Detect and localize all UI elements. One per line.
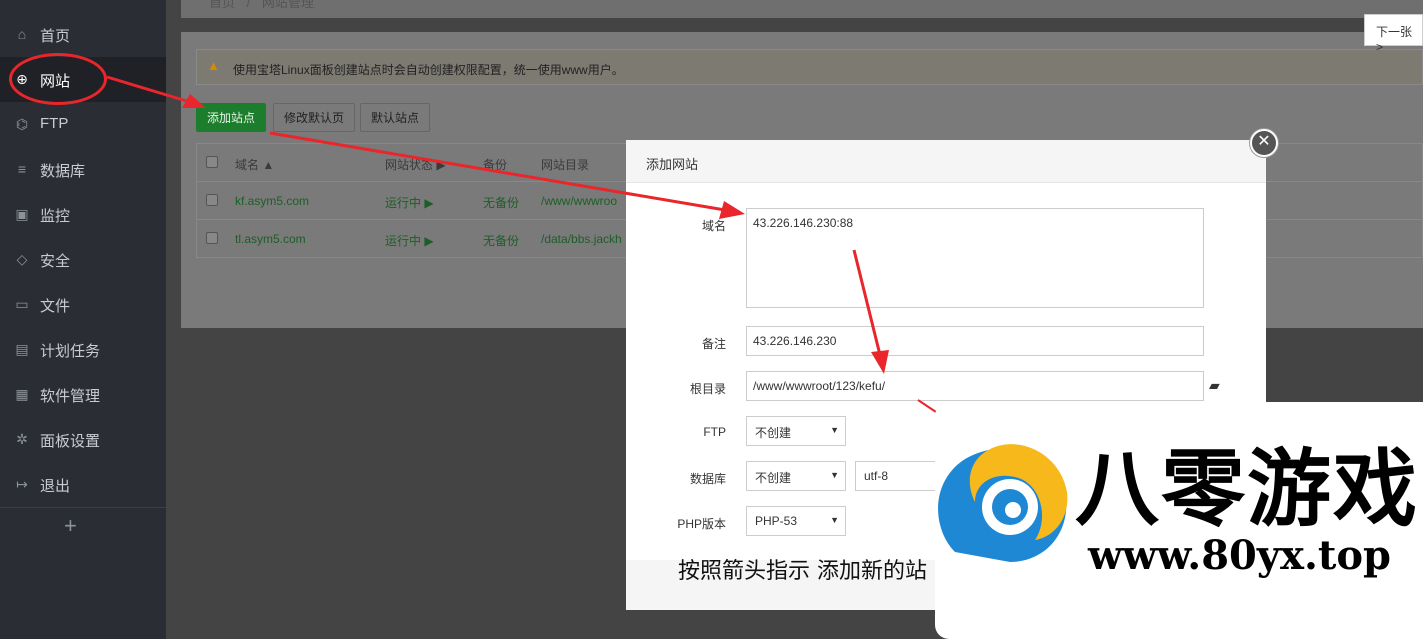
- row-checkbox[interactable]: [206, 194, 218, 206]
- select-all-checkbox[interactable]: [206, 156, 218, 168]
- caret-down-icon: ▼: [830, 470, 839, 480]
- charset-select-value: utf-8: [864, 469, 889, 483]
- sidebar-item-security[interactable]: ◇ 安全: [0, 237, 166, 282]
- database-icon: ≡: [17, 161, 27, 177]
- next-page-button[interactable]: 下一张 >: [1364, 14, 1423, 54]
- site-backup[interactable]: 无备份: [483, 232, 519, 249]
- watermark-url: www.80yx.top: [1088, 532, 1392, 579]
- database-select-value: 不创建: [755, 471, 792, 485]
- monitor-icon: ▣: [15, 206, 29, 222]
- column-header-backup: 备份: [483, 158, 508, 172]
- site-dir[interactable]: /data/bbs.jackh: [541, 232, 622, 246]
- folder-open-icon[interactable]: ▰: [1209, 377, 1220, 394]
- breadcrumb-separator: /: [246, 0, 251, 10]
- sidebar-divider: [0, 507, 166, 508]
- breadcrumb-current: 网站管理: [261, 0, 314, 10]
- sidebar-item-monitor[interactable]: ▣ 监控: [0, 192, 166, 237]
- ftp-label: FTP: [703, 425, 726, 439]
- site-domain-link[interactable]: tl.asym5.com: [235, 232, 306, 246]
- sidebar-item-label: 面板设置: [40, 433, 101, 450]
- close-icon[interactable]: ✕: [1250, 129, 1278, 157]
- sidebar-item-label: 退出: [40, 478, 71, 495]
- tutorial-caption: 按照箭头指示 添加新的站: [678, 559, 927, 584]
- edit-default-page-button[interactable]: 修改默认页: [273, 103, 355, 132]
- calendar-icon: ▤: [15, 341, 29, 357]
- database-label: 数据库: [689, 472, 726, 486]
- ftp-icon: ⌬: [15, 116, 29, 132]
- gear-icon: ✲: [16, 431, 28, 447]
- site-backup[interactable]: 无备份: [483, 194, 519, 211]
- add-site-button[interactable]: 添加站点: [196, 103, 266, 132]
- swirl-logo-icon: [938, 444, 1068, 562]
- remark-label: 备注: [701, 337, 726, 351]
- highlight-ellipse: [9, 53, 107, 105]
- root-dir-label: 根目录: [689, 382, 726, 396]
- sidebar-item-database[interactable]: ≡ 数据库: [0, 147, 166, 192]
- warning-icon: ▲: [207, 58, 220, 73]
- default-site-button[interactable]: 默认站点: [360, 103, 430, 132]
- php-version-select[interactable]: PHP-53 ▼: [746, 506, 846, 536]
- sidebar-item-label: FTP: [40, 115, 69, 132]
- sidebar-item-label: 软件管理: [40, 388, 101, 405]
- add-icon[interactable]: +: [64, 513, 77, 539]
- remark-input[interactable]: 43.226.146.230: [746, 326, 1204, 356]
- sidebar-item-software[interactable]: ▦ 软件管理: [0, 372, 166, 417]
- modal-title: 添加网站: [646, 157, 699, 172]
- shield-icon: ◇: [16, 251, 28, 267]
- column-header-status[interactable]: 网站状态 ▶: [385, 156, 446, 173]
- logout-icon: ↦: [16, 476, 28, 492]
- column-header-dir: 网站目录: [541, 158, 590, 172]
- root-dir-input[interactable]: /www/wwwroot/123/kefu/: [746, 371, 1204, 401]
- ftp-select[interactable]: 不创建 ▼: [746, 416, 846, 446]
- breadcrumb: 首页 / 网站管理: [181, 0, 1423, 18]
- notice-text: 使用宝塔Linux面板创建站点时会自动创建权限配置，统一使用www用户。: [233, 63, 624, 77]
- ftp-select-value: 不创建: [755, 426, 792, 440]
- sidebar-item-logout[interactable]: ↦ 退出: [0, 462, 166, 507]
- sidebar-item-label: 安全: [40, 253, 71, 270]
- site-status[interactable]: 运行中 ▶: [385, 194, 434, 211]
- sidebar-item-label: 文件: [40, 298, 71, 315]
- php-version-select-value: PHP-53: [755, 514, 798, 528]
- caret-down-icon: ▼: [830, 425, 839, 435]
- sidebar-item-cron[interactable]: ▤ 计划任务: [0, 327, 166, 372]
- row-checkbox[interactable]: [206, 232, 218, 244]
- site-domain-link[interactable]: kf.asym5.com: [235, 194, 309, 208]
- domain-textarea[interactable]: 43.226.146.230:88: [746, 208, 1204, 308]
- database-select[interactable]: 不创建 ▼: [746, 461, 846, 491]
- sidebar-item-settings[interactable]: ✲ 面板设置: [0, 417, 166, 462]
- folder-icon: ▭: [15, 296, 29, 312]
- site-dir[interactable]: /www/wwwroo: [541, 194, 617, 208]
- column-header-domain[interactable]: 域名 ▲: [235, 156, 274, 173]
- sidebar-item-label: 监控: [40, 208, 71, 225]
- watermark-logo: 八零游戏 www.80yx.top: [935, 402, 1423, 639]
- watermark-name: 八零游戏: [1075, 440, 1420, 538]
- modal-header: 添加网站: [626, 140, 1266, 183]
- sidebar-item-label: 计划任务: [40, 343, 101, 360]
- sidebar-item-label: 首页: [40, 28, 71, 45]
- grid-icon: ▦: [15, 386, 29, 402]
- notice-bar: ▲ 使用宝塔Linux面板创建站点时会自动创建权限配置，统一使用www用户。: [196, 49, 1423, 85]
- php-version-label: PHP版本: [677, 517, 726, 531]
- breadcrumb-home[interactable]: 首页: [209, 0, 235, 10]
- sidebar: ⌂ 首页 ⊕ 网站 ⌬ FTP ≡ 数据库 ▣ 监控 ◇ 安全 ▭ 文件 ▤ 计…: [0, 0, 166, 639]
- domain-label: 域名: [701, 219, 726, 233]
- home-icon: ⌂: [17, 26, 27, 42]
- sidebar-item-home[interactable]: ⌂ 首页: [0, 12, 166, 57]
- sidebar-item-label: 数据库: [40, 163, 86, 180]
- sidebar-item-ftp[interactable]: ⌬ FTP: [0, 102, 166, 147]
- sidebar-item-files[interactable]: ▭ 文件: [0, 282, 166, 327]
- caret-down-icon: ▼: [830, 515, 839, 525]
- site-status[interactable]: 运行中 ▶: [385, 232, 434, 249]
